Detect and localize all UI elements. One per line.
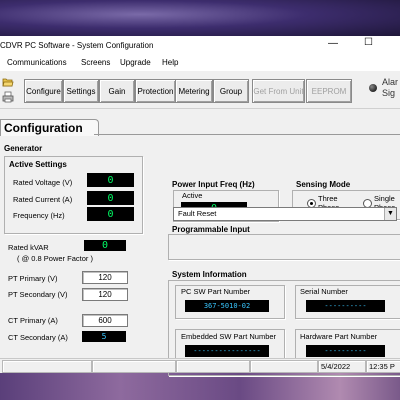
minimize-icon[interactable]: — xyxy=(328,38,338,49)
sensing-mode-title: Sensing Mode xyxy=(296,180,351,189)
get-from-unit-button[interactable]: Get From Unit xyxy=(252,79,305,103)
pt-secondary-label: PT Secondary (V) xyxy=(8,290,68,299)
pt-primary-input[interactable]: 120 xyxy=(82,271,128,284)
active-settings-title: Active Settings xyxy=(9,160,67,169)
status-cell-4 xyxy=(250,360,318,373)
rated-current-label: Rated Current (A) xyxy=(13,195,73,204)
rated-voltage-label: Rated Voltage (V) xyxy=(13,178,73,187)
ct-primary-label: CT Primary (A) xyxy=(8,316,58,325)
window-title: CDVR PC Software - System Configuration xyxy=(0,41,154,50)
pt-primary-label: PT Primary (V) xyxy=(8,274,58,283)
tab-configuration[interactable]: Configuration xyxy=(0,119,99,136)
pc-sw-part-display: 367-5010-02 xyxy=(185,300,269,312)
ct-secondary-label: CT Secondary (A) xyxy=(8,333,68,342)
embedded-sw-part-label: Embedded SW Part Number xyxy=(181,332,277,341)
open-folder-icon[interactable] xyxy=(2,76,14,88)
pc-sw-part-label: PC SW Part Number xyxy=(181,287,251,296)
menu-help[interactable]: Help xyxy=(162,58,178,67)
power-input-freq-title: Power Input Freq (Hz) xyxy=(172,180,255,189)
programmable-input-group xyxy=(168,234,400,260)
alarm-signal-label: Alar Sig xyxy=(382,77,399,98)
print-icon[interactable] xyxy=(2,91,14,103)
power-factor-note: ( @ 0.8 Power Factor ) xyxy=(17,254,93,263)
hardware-part-display: ---------- xyxy=(306,345,385,357)
tab-divider xyxy=(94,134,400,135)
system-information-title: System Information xyxy=(172,270,247,279)
maximize-icon[interactable]: ☐ xyxy=(364,37,373,48)
status-time: 12:35 P xyxy=(366,360,400,373)
configure-button[interactable]: Configure xyxy=(24,79,63,103)
power-input-active-label: Active xyxy=(182,191,203,200)
settings-button[interactable]: Settings xyxy=(63,79,99,103)
desktop-background-bottom xyxy=(0,372,400,400)
gain-button[interactable]: Gain xyxy=(99,79,135,103)
hardware-part-label: Hardware Part Number xyxy=(300,332,378,341)
programmable-input-select[interactable]: Fault Reset ▼ xyxy=(173,207,397,221)
status-cell-3 xyxy=(176,360,250,373)
configuration-panel: Generator Active Settings Rated Voltage … xyxy=(0,136,400,376)
generator-title: Generator xyxy=(4,144,43,153)
menu-screens[interactable]: Screens xyxy=(81,58,110,67)
toolbar: Configure Settings Gain Protection Meter… xyxy=(0,72,400,109)
serial-number-display: ---------- xyxy=(306,300,385,312)
pt-secondary-input[interactable]: 120 xyxy=(82,288,128,301)
desktop-background-top xyxy=(0,0,400,36)
alarm-led-icon xyxy=(369,84,377,92)
rated-kvar-label: Rated kVAR xyxy=(8,243,49,252)
embedded-sw-part-display: ---------------- xyxy=(185,345,269,357)
ct-primary-input[interactable]: 600 xyxy=(82,314,128,327)
serial-number-label: Serial Number xyxy=(300,287,348,296)
menu-communications[interactable]: Communications xyxy=(7,58,67,67)
chevron-down-icon[interactable]: ▼ xyxy=(384,208,396,220)
status-date: 5/4/2022 xyxy=(318,360,366,373)
status-cell-1 xyxy=(2,360,92,373)
frequency-display: 0 xyxy=(87,207,134,221)
group-button[interactable]: Group xyxy=(213,79,249,103)
status-bar: 5/4/2022 12:35 P xyxy=(0,358,400,373)
rated-voltage-display: 0 xyxy=(87,173,134,187)
protection-button[interactable]: Protection xyxy=(135,79,176,103)
programmable-input-title: Programmable Input xyxy=(172,225,250,234)
programmable-input-value: Fault Reset xyxy=(178,209,217,218)
menu-bar: Communications Screens Upgrade Help xyxy=(0,56,400,71)
frequency-label: Frequency (Hz) xyxy=(13,211,65,220)
rated-current-display: 0 xyxy=(87,191,134,205)
status-cell-2 xyxy=(92,360,176,373)
eeprom-button[interactable]: EEPROM xyxy=(306,79,352,103)
menu-upgrade[interactable]: Upgrade xyxy=(120,58,151,67)
rated-kvar-display: 0 xyxy=(84,240,126,251)
ct-secondary-display: 5 xyxy=(82,331,126,342)
metering-button[interactable]: Metering xyxy=(175,79,213,103)
title-bar: CDVR PC Software - System Configuration … xyxy=(0,36,400,56)
app-window: CDVR PC Software - System Configuration … xyxy=(0,36,400,376)
